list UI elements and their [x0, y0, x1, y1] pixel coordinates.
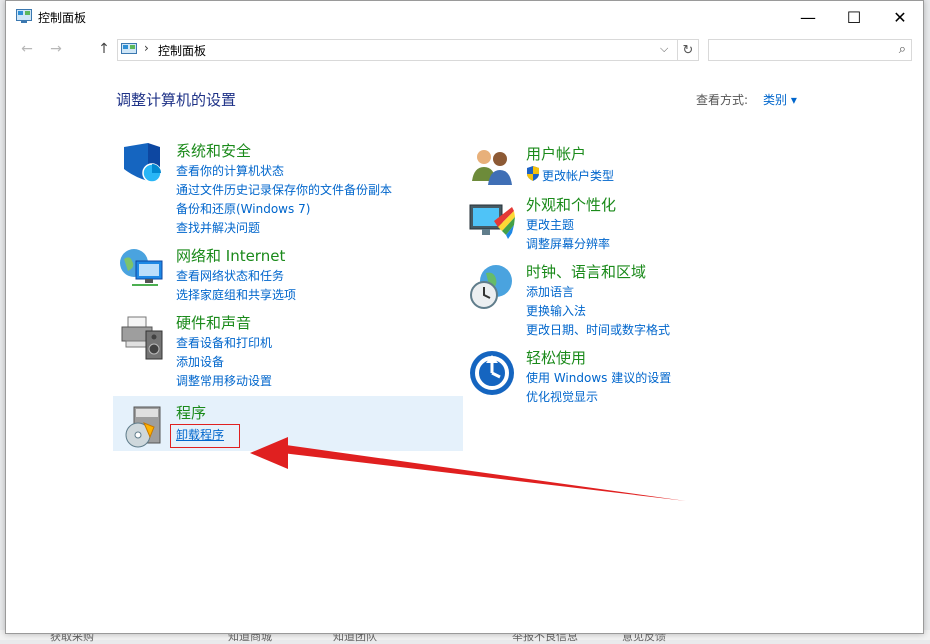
- users-icon: [472, 150, 512, 185]
- view-by-dropdown[interactable]: 类别 ▾: [763, 91, 797, 108]
- minimize-button[interactable]: —: [785, 1, 831, 33]
- annotation-highlight-box: [170, 424, 240, 448]
- category-hardware-sound[interactable]: 硬件和声音: [176, 312, 251, 333]
- forward-arrow-icon[interactable]: →: [45, 39, 67, 59]
- link-change-input-method[interactable]: 更换输入法: [526, 302, 586, 319]
- window-title: 控制面板: [38, 11, 87, 25]
- control-panel-icon: [16, 9, 32, 23]
- search-input[interactable]: ⌕: [708, 39, 912, 61]
- title-bar[interactable]: 控制面板 — ☐ ✕: [6, 1, 923, 33]
- maximize-button[interactable]: ☐: [831, 1, 877, 33]
- shield-icon: [124, 143, 162, 183]
- clock-globe-icon: [470, 265, 512, 309]
- up-arrow-icon[interactable]: ↑: [93, 39, 115, 59]
- category-clock-language-region[interactable]: 时钟、语言和区域: [526, 261, 646, 282]
- breadcrumb-control-panel[interactable]: 控制面板: [158, 42, 206, 59]
- category-programs[interactable]: 程序: [176, 402, 206, 423]
- link-screen-resolution[interactable]: 调整屏幕分辨率: [526, 235, 610, 252]
- link-optimize-visual-display[interactable]: 优化视觉显示: [526, 388, 598, 405]
- back-arrow-icon[interactable]: ←: [16, 39, 38, 59]
- page-title: 调整计算机的设置: [116, 91, 237, 109]
- category-system-security[interactable]: 系统和安全: [176, 140, 251, 161]
- link-troubleshoot[interactable]: 查找并解决问题: [176, 219, 260, 236]
- refresh-icon[interactable]: ↻: [677, 39, 699, 61]
- programs-icon: [125, 406, 161, 448]
- monitor-palette-icon: [469, 204, 515, 239]
- category-appearance-personalization[interactable]: 外观和个性化: [526, 194, 616, 215]
- link-network-status[interactable]: 查看网络状态和任务: [176, 267, 284, 284]
- category-ease-of-access[interactable]: 轻松使用: [526, 347, 586, 368]
- chevron-down-icon[interactable]: ⌵: [660, 42, 668, 56]
- ease-of-access-icon: [470, 351, 514, 395]
- category-network-internet[interactable]: 网络和 Internet: [176, 245, 285, 266]
- address-bar[interactable]: › 控制面板 ⌵: [117, 39, 678, 61]
- link-add-device[interactable]: 添加设备: [176, 353, 224, 370]
- link-homegroup-sharing[interactable]: 选择家庭组和共享选项: [176, 286, 296, 303]
- category-user-accounts[interactable]: 用户帐户: [526, 143, 586, 164]
- search-icon[interactable]: ⌕: [899, 42, 906, 57]
- printer-speaker-icon: [121, 316, 163, 360]
- close-button[interactable]: ✕: [877, 1, 923, 33]
- view-by-label: 查看方式:: [696, 93, 749, 107]
- link-view-computer-status[interactable]: 查看你的计算机状态: [176, 162, 284, 179]
- breadcrumb-separator[interactable]: ›: [144, 41, 149, 55]
- control-panel-window: 控制面板 — ☐ ✕ ← → ↑ › 控制面板 ⌵ ↻ ⌕ 调整计算机的设置 查…: [5, 0, 924, 634]
- link-backup-restore[interactable]: 备份和还原(Windows 7): [176, 200, 310, 217]
- link-devices-printers[interactable]: 查看设备和打印机: [176, 334, 272, 351]
- link-change-account-type[interactable]: 更改帐户类型: [542, 167, 614, 184]
- link-windows-recommended-settings[interactable]: 使用 Windows 建议的设置: [526, 369, 671, 386]
- control-panel-icon: [121, 43, 137, 54]
- network-globe-icon: [120, 249, 163, 286]
- uac-shield-icon: [527, 166, 539, 181]
- link-add-language[interactable]: 添加语言: [526, 283, 574, 300]
- link-date-time-format[interactable]: 更改日期、时间或数字格式: [526, 321, 670, 338]
- link-change-theme[interactable]: 更改主题: [526, 216, 574, 233]
- navigation-bar: ← → ↑ › 控制面板 ⌵ ↻ ⌕: [6, 33, 923, 65]
- link-mobility-settings[interactable]: 调整常用移动设置: [176, 372, 272, 389]
- link-file-history-backup[interactable]: 通过文件历史记录保存你的文件备份副本: [176, 181, 392, 198]
